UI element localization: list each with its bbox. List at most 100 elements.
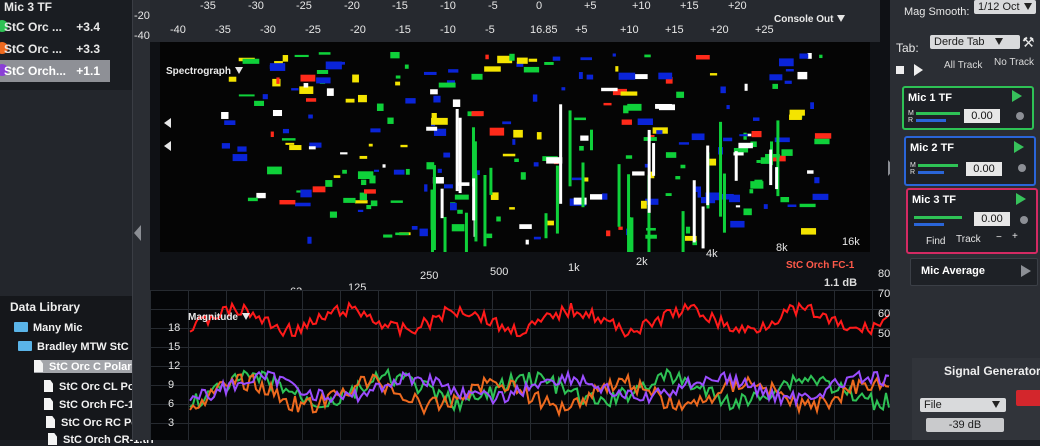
spectrograph-cell bbox=[612, 53, 616, 57]
stop-icon[interactable] bbox=[896, 66, 904, 74]
spectrograph-cell bbox=[361, 179, 367, 186]
collapse-left-arrow-icon[interactable] bbox=[134, 225, 141, 241]
spectrograph-cell bbox=[658, 72, 673, 80]
lower-scale-tick: -20 bbox=[350, 24, 366, 36]
find-button[interactable]: Find bbox=[926, 236, 945, 247]
spectrograph-cell bbox=[726, 105, 730, 110]
mic-1-indicator-icon[interactable] bbox=[1016, 112, 1024, 120]
spectrograph-harmonic bbox=[455, 108, 459, 192]
marker-left-icon[interactable] bbox=[164, 118, 171, 128]
magnitude-left-tick: 9 bbox=[168, 379, 175, 391]
console-out-dropdown[interactable]: Console Out bbox=[774, 14, 846, 25]
spectrograph-cell bbox=[424, 184, 428, 192]
magnitude-left-tick: 18 bbox=[168, 322, 181, 334]
library-folder[interactable]: Bradley MTW StC bbox=[18, 341, 129, 353]
spectrograph-cell bbox=[276, 77, 280, 84]
spectrograph-harmonic bbox=[701, 206, 705, 249]
no-track-button[interactable]: No Track bbox=[994, 57, 1034, 68]
spectrograph-cell bbox=[756, 159, 761, 163]
mic-average-panel[interactable]: Mic Average bbox=[910, 258, 1038, 286]
spectrograph-cell bbox=[354, 200, 368, 204]
spectrograph-cell bbox=[395, 75, 401, 79]
all-track-button[interactable]: All Track bbox=[944, 60, 982, 71]
magnitude-left-tick: 6 bbox=[168, 398, 175, 410]
spectrograph-cell bbox=[618, 226, 623, 230]
spectrograph-cell bbox=[784, 80, 792, 84]
data-library-title: Data Library bbox=[10, 300, 81, 314]
spectrograph-cell bbox=[390, 52, 400, 59]
library-folder[interactable]: Many Mic bbox=[14, 322, 83, 334]
spectrograph-cell bbox=[369, 175, 376, 184]
lower-scale-tick: -10 bbox=[440, 24, 456, 36]
play-icon[interactable] bbox=[1016, 193, 1026, 205]
spectrograph-cell bbox=[750, 181, 764, 189]
mic-2-indicator-icon[interactable] bbox=[1018, 164, 1026, 172]
mic-1-value[interactable]: 0.00 bbox=[964, 109, 1000, 123]
track-button[interactable]: Track bbox=[956, 234, 981, 245]
library-file-selected[interactable]: StC Orc C Polar-... bbox=[34, 360, 144, 373]
spectrograph-cell bbox=[307, 236, 312, 244]
signal-generator-power-button[interactable] bbox=[1016, 390, 1040, 406]
mic-3-value[interactable]: 0.00 bbox=[974, 212, 1010, 226]
panel-divider[interactable] bbox=[132, 0, 151, 440]
magnitude-dropdown[interactable]: Magnitude bbox=[188, 312, 250, 323]
mic-2-title: Mic 2 TF bbox=[910, 142, 955, 154]
spectrograph-dropdown[interactable]: Spectrograph bbox=[166, 66, 244, 77]
spectrograph-cell bbox=[405, 168, 410, 175]
signal-source-dropdown[interactable]: File bbox=[920, 398, 1006, 412]
track-name: StC Orch... bbox=[4, 64, 67, 78]
spectrograph-cell bbox=[627, 103, 642, 111]
tab-value: Derde Tab bbox=[934, 36, 985, 48]
play-icon[interactable] bbox=[1012, 90, 1022, 102]
spectrograph-harmonic bbox=[483, 174, 487, 247]
spectrograph-cell bbox=[580, 57, 592, 61]
spectrograph-cell bbox=[655, 103, 672, 109]
track-row[interactable]: StC Orc ... +3.3 bbox=[0, 38, 110, 60]
spectrograph-cell bbox=[589, 194, 603, 200]
m-label: M bbox=[908, 110, 914, 117]
plus-button[interactable]: + bbox=[1012, 231, 1018, 242]
mic-2-panel[interactable]: Mic 2 TF M R 0.00 bbox=[904, 136, 1036, 186]
scale-left-label: -20 bbox=[134, 10, 150, 22]
mic-2-value[interactable]: 0.00 bbox=[966, 162, 1002, 176]
track-row[interactable]: StC Orc ... +3.4 bbox=[0, 16, 110, 38]
spectrograph-cell bbox=[680, 164, 686, 169]
spectrograph-cell bbox=[272, 109, 283, 117]
dropdown-triangle-icon bbox=[1023, 3, 1032, 10]
mag-smooth-dropdown[interactable]: 1/12 Oct bbox=[974, 0, 1036, 14]
spectrograph-cell bbox=[405, 98, 416, 104]
spectrograph-cell bbox=[376, 103, 384, 111]
signal-level-field[interactable]: -39 dB bbox=[926, 418, 1004, 432]
file-icon bbox=[46, 416, 55, 428]
mic-1-panel[interactable]: Mic 1 TF M R 0.00 bbox=[902, 86, 1034, 130]
track-offset: +3.4 bbox=[76, 20, 100, 34]
track-row-selected[interactable]: StC Orch... +1.1 bbox=[0, 60, 110, 82]
upper-scale-tick: -20 bbox=[344, 0, 360, 12]
frequency-tick-label: 500 bbox=[490, 266, 509, 278]
spectrograph-label: Spectrograph bbox=[166, 66, 232, 77]
play-icon[interactable] bbox=[1014, 141, 1024, 153]
lower-scale-tick: -40 bbox=[170, 24, 186, 36]
play-icon[interactable] bbox=[914, 64, 923, 76]
dropdown-triangle-icon bbox=[242, 313, 250, 320]
lower-scale-tick: -25 bbox=[305, 24, 321, 36]
spectrograph-cell bbox=[393, 169, 405, 175]
spectrograph-cell bbox=[544, 61, 554, 65]
tools-icon[interactable]: ⚒ bbox=[1022, 34, 1035, 51]
spectrograph-cell bbox=[779, 58, 794, 67]
marker-left-icon[interactable] bbox=[164, 141, 171, 151]
spectrograph-cell bbox=[730, 220, 745, 228]
play-icon[interactable] bbox=[1021, 265, 1031, 277]
track-offset: +1.1 bbox=[76, 64, 100, 78]
magnitude-plot bbox=[150, 290, 890, 440]
minus-button[interactable]: − bbox=[996, 232, 1002, 243]
file-icon bbox=[34, 360, 43, 372]
spectrograph-cell bbox=[270, 131, 274, 138]
tab-dropdown[interactable]: Derde Tab bbox=[930, 35, 1020, 49]
spectrograph-cell bbox=[471, 111, 484, 117]
magnitude-traces bbox=[189, 300, 890, 418]
spectrograph-cell bbox=[814, 138, 830, 145]
mic-3-indicator-icon[interactable] bbox=[1020, 216, 1028, 224]
spectrograph-cell bbox=[665, 152, 677, 158]
mic-3-panel[interactable]: Mic 3 TF 0.00 Find Track − + bbox=[906, 188, 1038, 254]
